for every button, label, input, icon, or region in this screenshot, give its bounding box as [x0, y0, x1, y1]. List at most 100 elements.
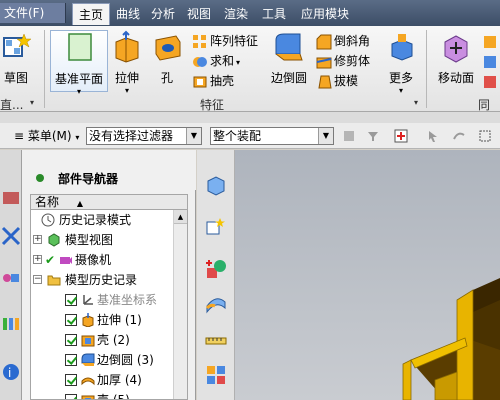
- file-menu[interactable]: 文件(F): [0, 3, 66, 23]
- visibility-checkbox[interactable]: [65, 334, 77, 346]
- more-label: 更多: [388, 71, 413, 85]
- unite-icon: [192, 54, 208, 70]
- datum-plane-dropdown-icon[interactable]: ▾: [51, 87, 107, 96]
- tree-row-shell-5[interactable]: 壳 (5): [31, 390, 175, 399]
- sketch-icon: [3, 33, 32, 57]
- unite-button[interactable]: 求和 ▾: [192, 52, 240, 70]
- constraint-navigator-icon[interactable]: [1, 226, 21, 246]
- visibility-checkbox[interactable]: [65, 314, 77, 326]
- tree-row-cameras[interactable]: + ✔ 摄像机: [31, 250, 175, 270]
- more-dropdown-icon[interactable]: ▾: [384, 86, 418, 95]
- shell-feature-icon: [81, 335, 95, 347]
- sort-ascending-icon: ▲: [76, 199, 83, 208]
- sketch-star-icon[interactable]: [205, 216, 227, 238]
- more-button[interactable]: 更多 ▾: [384, 30, 418, 95]
- pin-icon[interactable]: [34, 172, 46, 184]
- move-face-label: 移动面: [437, 71, 474, 85]
- datum-plane-button[interactable]: 基准平面 ▾: [50, 30, 108, 96]
- assembly-navigator-icon[interactable]: [1, 188, 21, 208]
- tree-row-model-views[interactable]: + 模型视图: [31, 230, 175, 250]
- selection-filter-value: 没有选择过滤器: [89, 129, 174, 143]
- sync-icon-1[interactable]: [482, 32, 500, 50]
- datum-plane-icon: [68, 33, 92, 61]
- filter-icon[interactable]: [366, 129, 380, 143]
- extrude-feature-icon: [82, 313, 94, 327]
- assembly-scope-combo[interactable]: 整个装配 ▼: [210, 127, 334, 145]
- tab-analysis[interactable]: 分析: [149, 3, 177, 25]
- tree-row-extrude[interactable]: 拉伸 (1): [31, 310, 175, 330]
- hole-button[interactable]: 孔: [150, 30, 184, 86]
- tab-curve[interactable]: 曲线: [114, 3, 142, 25]
- group-expand-icon[interactable]: ▾: [30, 98, 34, 107]
- tree-row-datum-csys[interactable]: 基准坐标系: [31, 290, 175, 310]
- scroll-up-icon[interactable]: ▲: [174, 210, 187, 224]
- trim-body-button[interactable]: 修剪体: [316, 52, 370, 70]
- sync-icon-2[interactable]: [482, 52, 500, 70]
- tab-tools[interactable]: 工具: [260, 3, 288, 25]
- move-face-button[interactable]: 移动面: [434, 30, 478, 86]
- group-label-feature: 特征: [200, 98, 225, 112]
- reuse-library-icon[interactable]: [1, 268, 21, 288]
- chamfer-button[interactable]: 倒斜角: [316, 32, 370, 50]
- collapse-icon[interactable]: −: [33, 275, 42, 284]
- add-shape-icon[interactable]: [205, 258, 227, 280]
- measure-icon[interactable]: [205, 330, 227, 352]
- shell-label: 抽壳: [210, 74, 235, 88]
- tree-scrollbar[interactable]: ▲: [173, 210, 187, 399]
- model-views-icon: [48, 233, 60, 247]
- draft-button[interactable]: 拔模: [316, 72, 358, 90]
- lasso-icon[interactable]: [452, 129, 466, 143]
- tab-home[interactable]: 主页: [72, 3, 110, 25]
- tree-row-edge-blend[interactable]: 边倒圆 (3): [31, 350, 175, 370]
- shell-button[interactable]: 抽壳: [192, 72, 234, 90]
- pattern-feature-label: 阵列特征: [210, 34, 259, 48]
- extrude-button[interactable]: 拉伸 ▾: [110, 30, 144, 95]
- thicken-feature-icon: [81, 377, 95, 386]
- extrude-label: 拉伸: [114, 71, 139, 85]
- tab-application[interactable]: 应用模块: [297, 3, 353, 25]
- pattern-feature-icon: [192, 34, 208, 50]
- tab-render[interactable]: 渲染: [222, 3, 250, 25]
- graphics-viewport[interactable]: [235, 150, 500, 400]
- tree-row-shell-2[interactable]: 壳 (2): [31, 330, 175, 350]
- edge-blend-feature-icon: [81, 353, 95, 366]
- tree-row-thicken[interactable]: 加厚 (4): [31, 370, 175, 390]
- visibility-checkbox[interactable]: [65, 354, 77, 366]
- 3d-model[interactable]: [235, 150, 500, 400]
- block-icon[interactable]: [205, 174, 227, 196]
- assembly-blocks-icon[interactable]: [205, 364, 227, 386]
- navigator-tree: 历史记录模式 + 模型视图 + ✔ 摄像机 − 模型历史记录 基准坐标系 拉伸 …: [30, 210, 188, 400]
- edge-blend-button[interactable]: 边倒圆: [268, 30, 310, 86]
- main-menu-button[interactable]: ≡ 菜单(M) ▾: [14, 127, 79, 147]
- expand-icon[interactable]: +: [33, 235, 42, 244]
- web-browser-icon[interactable]: i: [1, 362, 21, 382]
- tree-row-model-history[interactable]: − 模型历史记录: [31, 270, 175, 290]
- unite-dropdown-icon[interactable]: ▾: [236, 58, 240, 67]
- group-label-direct: 直...: [0, 98, 24, 112]
- name-column-header[interactable]: 名称 ▲: [30, 194, 188, 210]
- select-point-icon[interactable]: [394, 129, 408, 143]
- arrow-tool-icon[interactable]: [426, 129, 440, 143]
- extrude-dropdown-icon[interactable]: ▾: [110, 86, 144, 95]
- expand-icon[interactable]: +: [33, 255, 42, 264]
- sync-icon-3[interactable]: [482, 72, 500, 90]
- sketch-button[interactable]: 草图: [0, 30, 32, 86]
- box-select-icon[interactable]: [478, 129, 492, 143]
- navigator-header: 部件导航器: [22, 150, 196, 190]
- history-icon[interactable]: [1, 314, 21, 334]
- selection-filter-combo[interactable]: 没有选择过滤器 ▼: [86, 127, 202, 145]
- tree-row-history-mode[interactable]: 历史记录模式: [31, 210, 175, 230]
- snap-point-icon[interactable]: [342, 129, 356, 143]
- visibility-checkbox[interactable]: [65, 294, 77, 306]
- more-icon: [391, 34, 413, 61]
- visibility-checkbox[interactable]: [65, 394, 77, 399]
- chevron-down-icon: ▼: [318, 128, 333, 144]
- edge-blend-icon: [275, 33, 303, 61]
- tab-view[interactable]: 视图: [185, 3, 213, 25]
- feature-group-expand-icon[interactable]: ▾: [414, 98, 418, 107]
- surface-icon[interactable]: [205, 292, 227, 314]
- draft-icon: [316, 74, 332, 90]
- visibility-checkbox[interactable]: [65, 374, 77, 386]
- folder-icon: [47, 275, 61, 286]
- pattern-feature-button[interactable]: 阵列特征: [192, 32, 258, 50]
